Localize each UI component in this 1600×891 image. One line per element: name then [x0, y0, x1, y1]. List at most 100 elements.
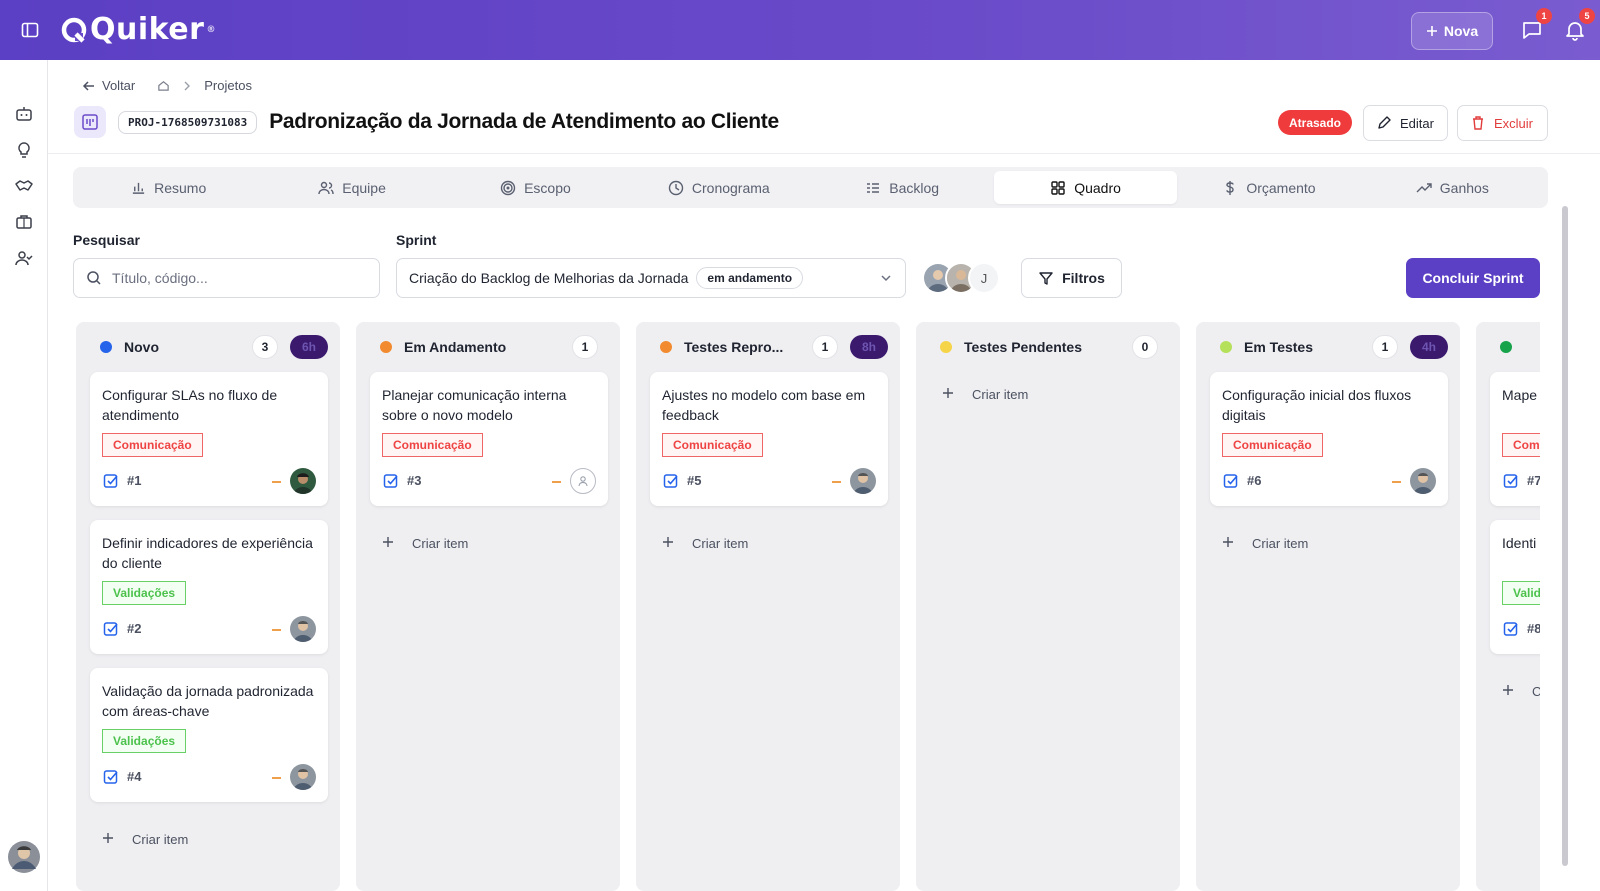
project-header: PROJ-1768509731083 Padronização da Jorna…	[74, 106, 779, 138]
pencil-icon	[1378, 116, 1391, 129]
sprint-status-badge: em andamento	[696, 267, 804, 289]
column-count-badge: 0	[1132, 335, 1158, 359]
checkbox-icon	[1223, 473, 1239, 489]
tab-backlog[interactable]: Backlog	[811, 171, 994, 204]
card-title: Planejar comunicação interna sobre o nov…	[382, 387, 567, 423]
card-number: #3	[407, 473, 422, 488]
tab-escopo[interactable]: Escopo	[444, 171, 627, 204]
back-link[interactable]: Voltar	[82, 78, 135, 93]
checkbox-icon	[103, 473, 119, 489]
chevron-right-icon	[184, 81, 191, 90]
left-rail	[0, 60, 48, 891]
task-card[interactable]: Configurar SLAs no fluxo de atendimento C…	[90, 372, 328, 506]
search-input[interactable]	[112, 270, 352, 286]
notifications-button[interactable]: 5	[1563, 8, 1595, 42]
tab-resumo[interactable]: Resumo	[77, 171, 260, 204]
create-item-label: Criar item	[412, 536, 469, 551]
priority-medium-icon	[272, 481, 281, 483]
column-hours-badge: 6h	[290, 335, 328, 359]
tab-quadro[interactable]: Quadro	[993, 171, 1178, 204]
board-column: Novo 3 6h Configurar SLAs no fluxo de atend…	[76, 322, 340, 891]
tab-label: Backlog	[889, 179, 940, 196]
arrow-left-icon	[82, 80, 94, 91]
column-count-badge: 1	[812, 335, 838, 359]
bot-icon	[16, 107, 32, 121]
create-item-label: Criar item	[692, 536, 749, 551]
tab-label: Escopo	[524, 179, 571, 196]
filters-button[interactable]: Filtros	[1021, 258, 1122, 298]
chevron-down-icon	[881, 275, 891, 282]
card-title: Validação da jornada padronizada com áre…	[102, 683, 314, 719]
member-avatar: J	[968, 262, 1000, 294]
sprint-members[interactable]: J	[922, 262, 1000, 294]
conclude-sprint-button[interactable]: Concluir Sprint	[1406, 258, 1540, 298]
home-icon[interactable]	[157, 79, 170, 92]
breadcrumb: Voltar Projetos	[82, 78, 252, 93]
search-label: Pesquisar	[73, 232, 140, 248]
back-label: Voltar	[102, 78, 136, 93]
task-card[interactable]: Configuração inicial dos fluxos digitais…	[1210, 372, 1448, 506]
breadcrumb-current[interactable]: Projetos	[204, 78, 252, 93]
status-dot	[380, 341, 392, 353]
task-card[interactable]: Definir indicadores de experiência do cl…	[90, 520, 328, 654]
assignee-avatar[interactable]	[290, 764, 316, 790]
assignee-avatar[interactable]	[850, 468, 876, 494]
vertical-scrollbar[interactable]	[1562, 206, 1568, 866]
messages-button[interactable]: 1	[1520, 8, 1552, 42]
card-number: #6	[1247, 473, 1262, 488]
card-tag: Com	[1502, 433, 1540, 457]
filter-icon	[1039, 272, 1053, 285]
tab-cronograma[interactable]: Cronograma	[627, 171, 810, 204]
tab-label: Resumo	[154, 179, 207, 196]
card-number: #5	[687, 473, 702, 488]
status-badge: Atrasado	[1278, 110, 1353, 135]
user-avatar[interactable]	[8, 841, 40, 873]
column-header: Testes Repro... 1 8h	[650, 334, 890, 360]
task-card[interactable]: Ajustes no modelo com base em feedback Co…	[650, 372, 888, 506]
tab-ganhos[interactable]: Ganhos	[1361, 171, 1544, 204]
briefcase-icon	[16, 215, 32, 229]
list-icon	[867, 182, 880, 193]
rail-ideas[interactable]	[14, 140, 34, 160]
rail-partners[interactable]	[14, 176, 34, 196]
assignee-avatar[interactable]	[290, 468, 316, 494]
card-number: #8	[1527, 621, 1540, 636]
app-name: Quiker	[90, 12, 205, 47]
task-card[interactable]: Identi garga Valid #8	[1490, 520, 1540, 654]
board-column: Mape Com #7 Identi garga Valid #8 C	[1476, 322, 1540, 891]
create-item-button[interactable]: C	[1502, 684, 1540, 699]
new-button[interactable]: Nova	[1411, 12, 1493, 50]
create-item-button[interactable]: Criar item	[382, 536, 468, 551]
create-item-button[interactable]: Criar item	[1222, 536, 1308, 551]
assignee-avatar[interactable]	[290, 616, 316, 642]
messages-badge: 1	[1536, 8, 1552, 24]
card-title: Identi garga	[1502, 535, 1540, 551]
tab-equipe[interactable]: Equipe	[260, 171, 443, 204]
notifications-badge: 5	[1579, 8, 1595, 24]
assignee-avatar[interactable]	[1410, 468, 1436, 494]
task-card[interactable]: Validação da jornada padronizada com áre…	[90, 668, 328, 802]
column-title: Novo	[124, 339, 159, 355]
priority-medium-icon	[832, 481, 841, 483]
tab-orcamento[interactable]: Orçamento	[1177, 171, 1360, 204]
rail-users[interactable]	[14, 248, 34, 268]
rail-bot[interactable]	[14, 104, 34, 124]
task-card[interactable]: Mape Com #7	[1490, 372, 1540, 506]
unassigned-user-icon[interactable]	[570, 468, 596, 494]
status-dot	[940, 341, 952, 353]
board-column: Em Testes 1 4h Configuração inicial dos flu…	[1196, 322, 1460, 891]
task-card[interactable]: Planejar comunicação interna sobre o nov…	[370, 372, 608, 506]
edit-button[interactable]: Editar	[1363, 105, 1448, 141]
filters-label: Filtros	[1062, 270, 1105, 286]
sidebar-toggle-icon[interactable]	[20, 20, 40, 40]
create-item-button[interactable]: Criar item	[942, 387, 1028, 402]
card-title: Definir indicadores de experiência do cl…	[102, 535, 313, 571]
card-number: #1	[127, 473, 142, 488]
delete-button[interactable]: Excluir	[1457, 105, 1548, 141]
app-logo[interactable]: Quiker ®	[60, 12, 216, 47]
create-item-button[interactable]: Criar item	[102, 832, 188, 847]
create-item-button[interactable]: Criar item	[662, 536, 748, 551]
rail-projects[interactable]	[14, 212, 34, 232]
card-number: #2	[127, 621, 142, 636]
sprint-select[interactable]: Criação do Backlog de Melhorias da Jorna…	[396, 258, 906, 298]
